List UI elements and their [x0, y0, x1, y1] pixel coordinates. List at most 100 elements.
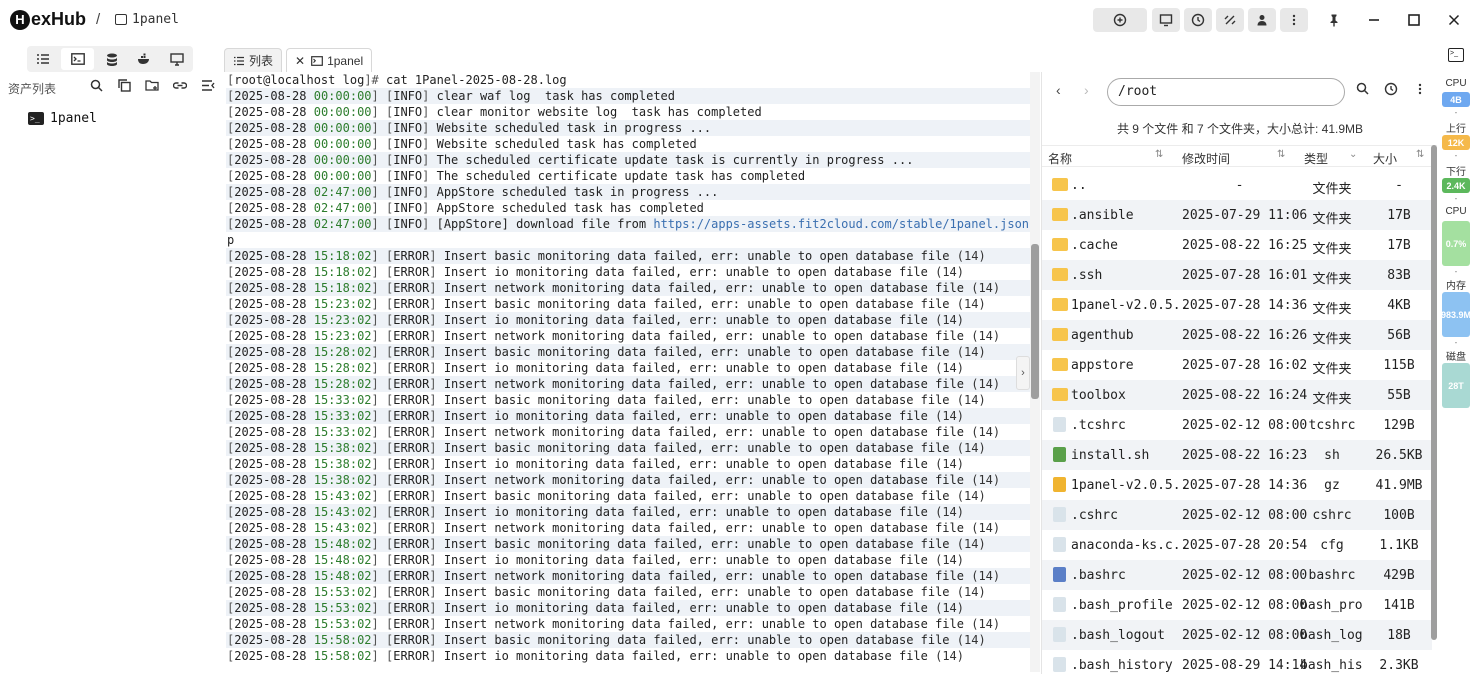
sort-icon[interactable]: ⇅ — [1416, 149, 1424, 160]
terminal-scrollbar-thumb[interactable] — [1031, 244, 1039, 399]
file-row[interactable]: .bash_logout 2025-02-12 08:00bash_log... 1… — [1042, 620, 1432, 650]
file-row[interactable]: toolbox 2025-08-22 16:24 文件夹 55B — [1042, 380, 1432, 410]
close-tab-icon[interactable]: ✕ — [295, 54, 305, 68]
back-icon[interactable]: ‹ — [1056, 82, 1061, 98]
terminal-log-line: [2025-08-28 00:00:00] [INFO] The schedul… — [226, 152, 1040, 168]
log-code: (14) — [971, 329, 1001, 343]
add-session-button[interactable] — [1093, 8, 1147, 32]
tab-1panel[interactable]: ✕ 1panel — [286, 48, 373, 72]
file-row[interactable]: .ansible 2025-07-29 11:06 文件夹 17B — [1042, 200, 1432, 230]
new-folder-icon[interactable] — [138, 79, 166, 95]
file-row[interactable]: .cache 2025-08-22 16:25 文件夹 17B — [1042, 230, 1432, 260]
disconnect-button[interactable] — [1216, 8, 1244, 32]
file-row[interactable]: anaconda-ks.c... 2025-07-28 20:54 cfg 1.1KB — [1042, 530, 1432, 560]
collapse-list-icon[interactable] — [194, 79, 222, 95]
file-icon — [1053, 627, 1066, 642]
file-row[interactable]: .bashrc 2025-02-12 08:00 bashrc 429B — [1042, 560, 1432, 590]
file-row[interactable]: 1panel-v2.0.5... 2025-07-28 14:36 gz 41.9MB — [1042, 470, 1432, 500]
file-row[interactable]: .. - 文件夹 - — [1042, 170, 1432, 200]
copy-icon[interactable] — [110, 79, 138, 95]
terminal-log-line: [2025-08-28 02:47:00] [INFO] AppStore sc… — [226, 184, 1040, 200]
file-list-scrollbar[interactable] — [1431, 145, 1437, 640]
terminal-log-line: [2025-08-28 15:28:02] [ERROR] Insert bas… — [226, 344, 1040, 360]
log-level: ERROR — [393, 313, 430, 327]
history-button[interactable] — [1184, 8, 1212, 32]
app-name: exHub — [31, 9, 87, 29]
database-icon — [107, 53, 118, 66]
docker-button[interactable] — [128, 46, 160, 72]
terminal-icon[interactable]: >_ — [1448, 48, 1464, 62]
file-name: .bashrc — [1071, 568, 1126, 583]
column-name[interactable]: 名称 — [1048, 150, 1072, 167]
prompt-command: cat 1Panel-2025-08-28.log — [386, 73, 567, 87]
log-message: [AppStore] download file from — [436, 217, 654, 231]
pin-button[interactable] — [1322, 8, 1346, 32]
log-url[interactable]: https://apps-assets.fit2cloud.com/stable… — [653, 217, 1040, 231]
log-level: ERROR — [393, 457, 430, 471]
file-row[interactable]: .ssh 2025-07-28 16:01 文件夹 83B — [1042, 260, 1432, 290]
screen-button[interactable] — [161, 46, 193, 72]
log-time: 02:47:00 — [313, 217, 372, 231]
chevron-down-icon[interactable]: ⌄ — [1349, 149, 1357, 160]
minimize-button[interactable] — [1362, 8, 1386, 32]
file-type: bash_his... — [1300, 658, 1364, 673]
forward-icon[interactable]: › — [1084, 82, 1089, 98]
file-row[interactable]: .bash_profile 2025-02-12 08:00bash_pro...… — [1042, 590, 1432, 620]
terminal-log-line: [2025-08-28 15:33:02] [ERROR] Insert io … — [226, 408, 1040, 424]
log-time: 00:00:00 — [313, 153, 372, 167]
folder-icon — [1052, 298, 1068, 311]
separator: - — [1454, 267, 1458, 276]
column-type[interactable]: 类型 — [1304, 150, 1328, 167]
file-size: 100B — [1383, 508, 1415, 523]
file-row[interactable]: appstore 2025-07-28 16:02 文件夹 115B — [1042, 350, 1432, 380]
file-type: cfg — [1320, 538, 1344, 553]
file-name: .ansible — [1071, 208, 1134, 223]
list-view-button[interactable] — [27, 46, 59, 72]
file-row[interactable]: agenthub 2025-08-22 16:26 文件夹 56B — [1042, 320, 1432, 350]
log-date: 2025-08-28 — [234, 521, 307, 535]
log-time: 02:47:00 — [313, 201, 372, 215]
file-mtime: 2025-07-28 14:36 — [1182, 298, 1308, 313]
file-name: .ssh — [1071, 268, 1103, 283]
log-time: 15:48:02 — [313, 569, 372, 583]
more-vertical-icon[interactable] — [1414, 82, 1426, 99]
log-code: (14) — [935, 457, 964, 471]
file-row[interactable]: .tcshrc 2025-02-12 08:00 tcshrc 129B — [1042, 410, 1432, 440]
tab-list[interactable]: 列表 — [224, 48, 283, 72]
link-icon[interactable] — [166, 79, 194, 95]
file-list: .. - 文件夹 - .ansible 2025-07-29 11:06 文件夹 17B .ca… — [1042, 170, 1432, 674]
terminal-log-line: [2025-08-28 15:43:02] [ERROR] Insert bas… — [227, 489, 986, 503]
collapse-panel-button[interactable]: › — [1016, 356, 1030, 390]
terminal-view-button[interactable] — [61, 48, 94, 70]
breadcrumb[interactable]: 1panel — [115, 12, 179, 27]
asset-item-1panel[interactable]: >_ 1panel — [28, 111, 97, 126]
file-row[interactable]: .cshrc 2025-02-12 08:00 cshrc 100B — [1042, 500, 1432, 530]
file-row[interactable]: install.sh 2025-08-22 16:23 sh 26.5KB — [1042, 440, 1432, 470]
file-row[interactable]: .bash_history 2025-08-29 14:14bash_his...… — [1042, 650, 1432, 674]
user-button[interactable] — [1248, 8, 1276, 32]
monitor-button[interactable] — [1152, 8, 1180, 32]
log-code: (14) — [956, 537, 986, 551]
log-date: 2025-08-28 — [234, 217, 307, 231]
history-icon[interactable] — [1384, 82, 1398, 99]
sort-icon[interactable]: ⇅ — [1155, 149, 1163, 160]
sort-icon[interactable]: ⇅ — [1277, 149, 1285, 160]
terminal-output[interactable]: [root@localhost log]# cat 1Panel-2025-08… — [226, 72, 1040, 672]
file-row[interactable]: 1panel-v2.0.5... 2025-07-28 14:36 文件夹 4KB — [1042, 290, 1432, 320]
log-time: 15:23:02 — [313, 329, 372, 343]
log-level: INFO — [393, 153, 423, 167]
column-mtime[interactable]: 修改时间 — [1182, 150, 1230, 167]
maximize-button[interactable] — [1402, 8, 1426, 32]
column-size[interactable]: 大小 — [1373, 150, 1397, 167]
close-button[interactable] — [1442, 8, 1466, 32]
log-date: 2025-08-28 — [234, 153, 307, 167]
path-input[interactable]: /root — [1107, 78, 1345, 106]
search-icon[interactable] — [82, 79, 110, 95]
file-name: .tcshrc — [1071, 418, 1126, 433]
terminal-log-line: [2025-08-28 15:18:02] [ERROR] Insert bas… — [226, 248, 1040, 264]
database-button[interactable] — [96, 46, 128, 72]
breadcrumb-separator: / — [96, 11, 101, 28]
search-icon[interactable] — [1356, 82, 1369, 98]
log-time: 15:48:02 — [313, 537, 372, 551]
more-button[interactable] — [1280, 8, 1308, 32]
